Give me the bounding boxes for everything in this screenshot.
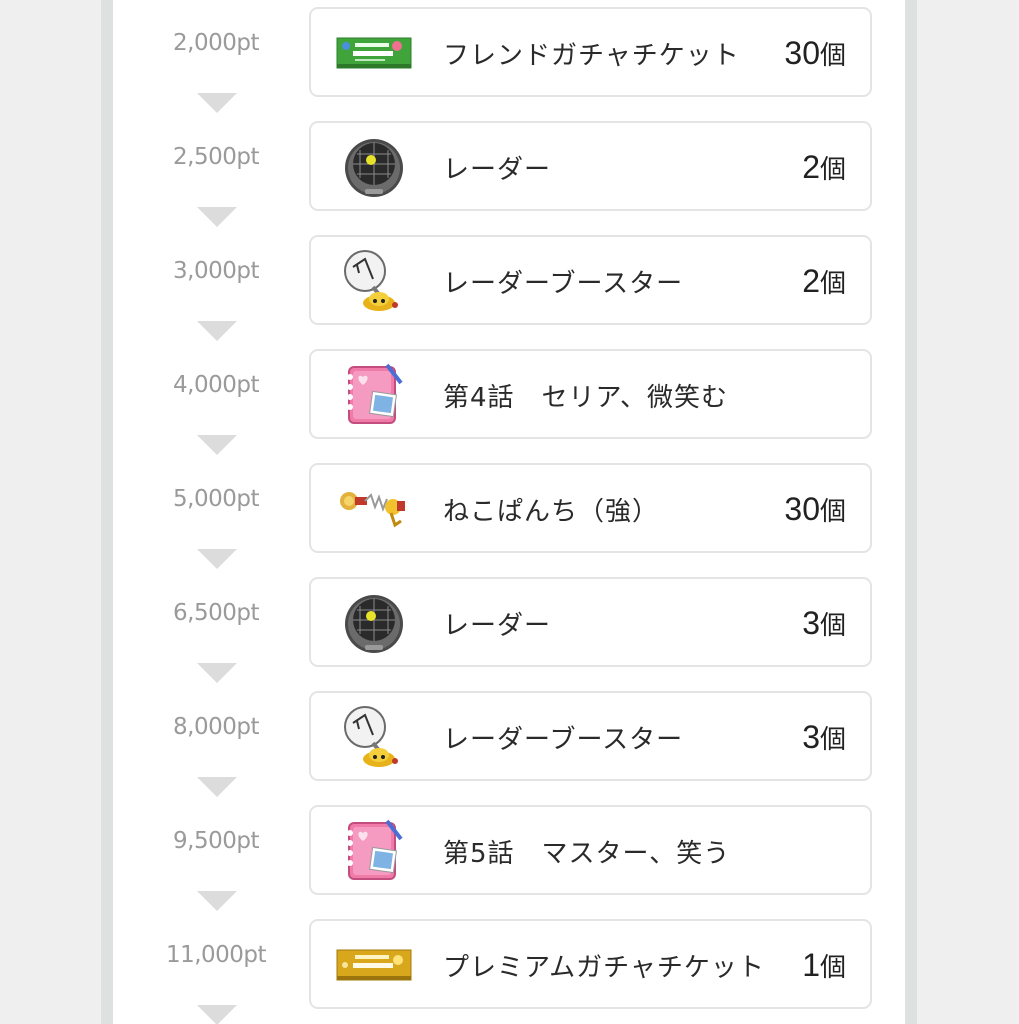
reward-points: 3,000pt — [173, 258, 259, 284]
reward-row: 2,000pt フレンドガチャチケット 30個 — [113, 0, 905, 114]
reward-points: 2,500pt — [173, 144, 259, 170]
reward-name: 第4話 セリア、微笑む — [443, 383, 728, 413]
down-arrow-icon — [197, 549, 237, 569]
reward-quantity: 1個 — [802, 947, 846, 984]
quantity-number: 2 — [802, 149, 820, 185]
right-background — [917, 0, 1019, 1024]
reward-row: 5,000pt ねこぱんち（強） 30個 — [113, 456, 905, 570]
reward-quantity: 3個 — [802, 605, 846, 642]
down-arrow-icon — [197, 1005, 237, 1024]
radar-icon — [335, 591, 413, 655]
cat-punch-icon — [335, 477, 413, 541]
quantity-unit: 個 — [819, 155, 846, 185]
reward-points: 5,000pt — [173, 486, 259, 512]
quantity-number: 3 — [802, 605, 820, 641]
reward-points: 8,000pt — [173, 714, 259, 740]
premium-ticket-icon — [335, 933, 413, 997]
reward-quantity: 30個 — [784, 491, 846, 528]
reward-name: レーダー — [443, 611, 552, 641]
reward-row: 9,500pt 第5話 マスター、笑う — [113, 798, 905, 912]
reward-card[interactable]: 第4話 セリア、微笑む — [309, 349, 872, 439]
down-arrow-icon — [197, 663, 237, 683]
quantity-number: 30 — [784, 491, 820, 527]
reward-card[interactable]: ねこぱんち（強） 30個 — [309, 463, 872, 553]
down-arrow-icon — [197, 321, 237, 341]
reward-quantity: 2個 — [802, 149, 846, 186]
down-arrow-icon — [197, 891, 237, 911]
reward-name: プレミアムガチャチケット — [443, 953, 765, 983]
reward-points: 6,500pt — [173, 600, 259, 626]
quantity-unit: 個 — [819, 611, 846, 641]
reward-card[interactable]: レーダー 2個 — [309, 121, 872, 211]
reward-quantity: 3個 — [802, 719, 846, 756]
reward-row: 3,000pt レーダーブースター 2個 — [113, 228, 905, 342]
quantity-unit: 個 — [819, 953, 846, 983]
left-background — [0, 0, 101, 1024]
quantity-number: 2 — [802, 263, 820, 299]
reward-card[interactable]: レーダー 3個 — [309, 577, 872, 667]
reward-name: レーダー — [443, 155, 552, 185]
quantity-unit: 個 — [819, 269, 846, 299]
radar-booster-icon — [335, 249, 413, 313]
reward-name: ねこぱんち（強） — [443, 497, 660, 527]
reward-row: 4,000pt 第4話 セリア、微笑む — [113, 342, 905, 456]
reward-row: 6,500pt レーダー 3個 — [113, 570, 905, 684]
reward-points: 11,000pt — [165, 942, 267, 968]
reward-name: レーダーブースター — [443, 269, 684, 299]
rewards-panel: 2,000pt フレンドガチャチケット 30個 2,500pt レーダー 2個 … — [113, 0, 905, 1024]
reward-row: 11,000pt プレミアムガチャチケット 1個 — [113, 912, 905, 1024]
reward-card[interactable]: レーダーブースター 3個 — [309, 691, 872, 781]
reward-row: 2,500pt レーダー 2個 — [113, 114, 905, 228]
quantity-unit: 個 — [819, 41, 846, 71]
radar-icon — [335, 135, 413, 199]
reward-quantity: 30個 — [784, 35, 846, 72]
quantity-number: 1 — [802, 947, 820, 983]
right-panel-border — [905, 0, 917, 1024]
reward-points: 4,000pt — [173, 372, 259, 398]
quantity-unit: 個 — [819, 725, 846, 755]
left-panel-border — [101, 0, 113, 1024]
reward-points: 9,500pt — [173, 828, 259, 854]
reward-points: 2,000pt — [173, 30, 259, 56]
down-arrow-icon — [197, 435, 237, 455]
story-book-icon — [335, 363, 413, 427]
down-arrow-icon — [197, 207, 237, 227]
story-book-icon — [335, 819, 413, 883]
reward-quantity: 2個 — [802, 263, 846, 300]
quantity-number: 3 — [802, 719, 820, 755]
friend-ticket-icon — [335, 21, 413, 85]
quantity-unit: 個 — [819, 497, 846, 527]
down-arrow-icon — [197, 93, 237, 113]
reward-row: 8,000pt レーダーブースター 3個 — [113, 684, 905, 798]
reward-card[interactable]: プレミアムガチャチケット 1個 — [309, 919, 872, 1009]
reward-name: フレンドガチャチケット — [443, 41, 740, 71]
reward-card[interactable]: レーダーブースター 2個 — [309, 235, 872, 325]
reward-name: レーダーブースター — [443, 725, 684, 755]
quantity-number: 30 — [784, 35, 820, 71]
reward-name: 第5話 マスター、笑う — [443, 839, 731, 869]
reward-card[interactable]: 第5話 マスター、笑う — [309, 805, 872, 895]
reward-card[interactable]: フレンドガチャチケット 30個 — [309, 7, 872, 97]
down-arrow-icon — [197, 777, 237, 797]
radar-booster-icon — [335, 705, 413, 769]
